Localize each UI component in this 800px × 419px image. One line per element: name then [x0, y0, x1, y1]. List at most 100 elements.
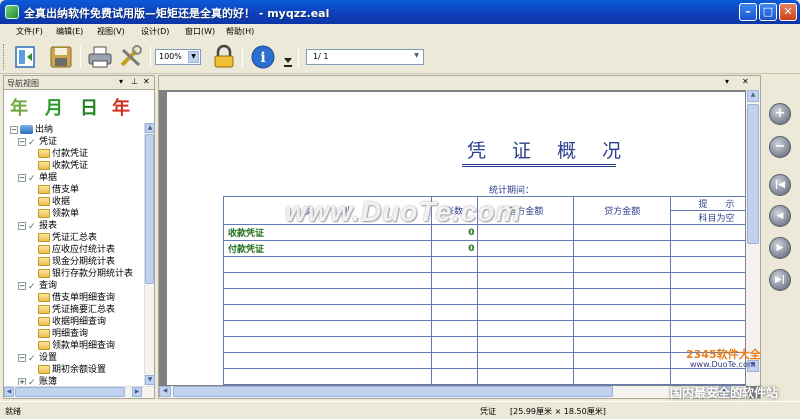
tree-horizontal-scrollbar[interactable]: ◀ ▶ [4, 386, 154, 398]
tree-item[interactable]: 收据明细查询 [38, 316, 106, 328]
navigation-panel: 导航视图 ▾ ⊥ ✕ 年 月 日 年 − 出纳 − ✓ 凭证 付款凭证 收款凭证 − ✓ 单据 借支… [3, 75, 155, 399]
tree-item[interactable]: 收据 [38, 196, 70, 208]
tree-item[interactable]: 凭证汇总表 [38, 232, 97, 244]
toolbar-separator [242, 46, 243, 68]
collapse-icon[interactable]: − [10, 125, 18, 134]
tree-item[interactable]: 银行存款分期统计表 [38, 268, 133, 280]
first-page-icon[interactable]: |◀ [769, 174, 791, 196]
print-icon[interactable] [86, 44, 114, 70]
scroll-thumb[interactable] [173, 386, 613, 397]
tree-item-label: 应收应付统计表 [52, 245, 116, 255]
tree-item[interactable]: 明细查询 [38, 328, 88, 340]
scroll-down-icon[interactable]: ▼ [145, 375, 155, 385]
menu-file[interactable]: 文件(F) [16, 26, 43, 37]
zoom-in-icon[interactable]: + [769, 103, 791, 125]
tree-item[interactable]: 应收应付统计表 [38, 244, 115, 256]
page-value: 1/ 1 [313, 52, 329, 61]
scroll-thumb[interactable] [145, 134, 154, 284]
menu-edit[interactable]: 编辑(E) [56, 26, 83, 37]
scroll-left-icon[interactable]: ◀ [159, 386, 171, 397]
col-hint-sub: 科目为空 [670, 210, 745, 225]
day-button[interactable]: 日 [80, 94, 98, 120]
tree-item[interactable]: − ✓ 查询 [18, 280, 57, 292]
info-icon[interactable]: i [249, 44, 277, 70]
tree-item-label: 银行存款分期统计表 [52, 269, 134, 279]
svg-text:i: i [260, 50, 265, 66]
tree-item[interactable]: 借支单 [38, 184, 79, 196]
year-red-button[interactable]: 年 [112, 94, 130, 120]
dropdown-icon[interactable]: ▾ [119, 77, 123, 86]
tree-item-label: 借支单 [52, 185, 80, 195]
tree-item[interactable]: 凭证摘要汇总表 [38, 304, 115, 316]
collapse-icon[interactable]: − [18, 173, 26, 182]
tree-item[interactable]: 付款凭证 [38, 148, 88, 160]
previous-page-icon[interactable]: ◀ [769, 205, 791, 227]
zoom-select[interactable]: 100% ▼ [155, 49, 201, 65]
period-label: 统计期间： [489, 186, 535, 196]
chevron-down-icon[interactable]: ▼ [188, 51, 199, 63]
tree-item-label: 查询 [39, 281, 58, 291]
month-button[interactable]: 月 [45, 94, 63, 120]
folder-icon [38, 329, 50, 338]
dropdown-icon[interactable]: ▾ [725, 77, 729, 86]
folder-icon [38, 197, 50, 206]
toolbar-grip[interactable] [3, 44, 6, 70]
year-button[interactable]: 年 [10, 94, 28, 120]
collapse-icon[interactable]: − [18, 221, 26, 230]
page-select[interactable]: 1/ 1 ▼ [306, 49, 424, 65]
save-icon[interactable] [47, 44, 75, 70]
tree-item[interactable]: − ✓ 设置 [18, 352, 57, 364]
chevron-down-icon[interactable]: ▼ [411, 51, 422, 63]
tree-item[interactable]: 期初余额设置 [38, 364, 106, 376]
scroll-up-icon[interactable]: ▲ [145, 123, 155, 133]
empty-row [223, 272, 745, 289]
close-button[interactable]: ✕ [779, 3, 797, 21]
tree-item[interactable]: − 出纳 [10, 124, 53, 136]
menu-view[interactable]: 视图(V) [97, 26, 125, 37]
folder-icon [38, 257, 50, 266]
tree-vertical-scrollbar[interactable]: ▲ ▼ [144, 123, 155, 385]
status-ready: 就绪 [5, 407, 21, 416]
scroll-thumb[interactable] [747, 104, 759, 244]
tree-item[interactable]: 收款凭证 [38, 160, 88, 172]
tools-icon[interactable] [117, 44, 145, 70]
empty-row [223, 336, 745, 353]
tree-item[interactable]: − ✓ 凭证 [18, 136, 57, 148]
collapse-icon[interactable]: − [18, 137, 26, 146]
folder-icon [38, 365, 50, 374]
collapse-icon[interactable]: − [18, 353, 26, 362]
collapse-icon[interactable]: + [18, 377, 26, 385]
collapse-icon[interactable]: − [18, 281, 26, 290]
minimize-button[interactable]: – [739, 3, 757, 21]
pin-icon[interactable]: ⊥ [131, 77, 138, 86]
tree-item[interactable]: − ✓ 单据 [18, 172, 57, 184]
document-horizontal-scrollbar[interactable]: ◀ ▶ [159, 386, 746, 398]
col-credit: 贷方金额 [573, 196, 672, 225]
empty-row [223, 320, 745, 337]
open-icon[interactable] [12, 44, 40, 70]
close-icon[interactable]: ✕ [143, 77, 150, 86]
tree-item[interactable]: 借支单明细查询 [38, 292, 115, 304]
toolbar-overflow-icon[interactable] [282, 44, 294, 70]
table-row[interactable]: 付款凭证 0 [223, 240, 745, 257]
row-count: 0 [430, 240, 478, 257]
scroll-thumb[interactable] [15, 387, 125, 397]
tree-item[interactable]: 现金分期统计表 [38, 256, 115, 268]
menu-window[interactable]: 窗口(W) [185, 26, 215, 37]
lock-icon[interactable] [210, 44, 238, 70]
tree-item[interactable]: 领款单明细查询 [38, 340, 115, 352]
zoom-out-icon[interactable]: − [769, 136, 791, 158]
menu-design[interactable]: 设计(D) [141, 26, 169, 37]
scroll-right-icon[interactable]: ▶ [132, 387, 142, 397]
tree-item[interactable]: − ✓ 报表 [18, 220, 57, 232]
scroll-up-icon[interactable]: ▲ [747, 90, 759, 102]
tree-item[interactable]: 领款单 [38, 208, 79, 220]
document-vertical-scrollbar[interactable]: ▲ ▼ [746, 90, 760, 386]
last-page-icon[interactable]: ▶| [769, 269, 791, 291]
maximize-button[interactable]: □ [759, 3, 777, 21]
tree-item[interactable]: + ✓ 账簿 [18, 376, 57, 385]
close-document-icon[interactable]: ✕ [742, 77, 749, 86]
scroll-left-icon[interactable]: ◀ [4, 387, 14, 397]
next-page-icon[interactable]: ▶ [769, 237, 791, 259]
menu-help[interactable]: 帮助(H) [226, 26, 254, 37]
